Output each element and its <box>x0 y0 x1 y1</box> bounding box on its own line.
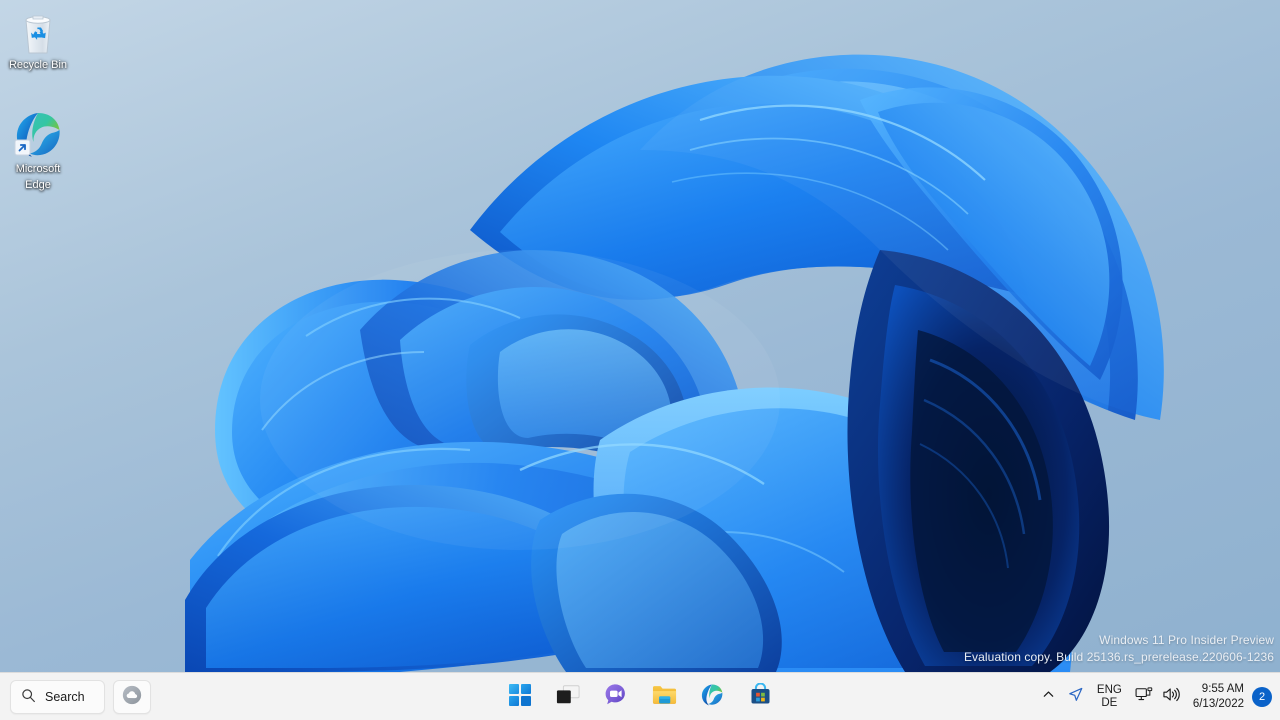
ethernet-monitor-icon <box>1135 686 1153 708</box>
watermark-line-2: Evaluation copy. Build 25136.rs_prerelea… <box>963 650 1274 664</box>
location-arrow-icon <box>1067 686 1084 708</box>
chat-bubble-icon <box>604 683 628 712</box>
desktop-icon-recycle-bin[interactable]: Recycle Bin <box>0 8 76 72</box>
desktop-surface[interactable]: Recycle Bin Microsoft Edge Windows 11 Pr… <box>0 0 1280 672</box>
language-indicator[interactable]: ENG DE <box>1090 677 1129 717</box>
clock-button[interactable]: 9:55 AM 6/13/2022 <box>1187 677 1252 717</box>
task-view-icon <box>556 684 580 711</box>
clock-date: 6/13/2022 <box>1192 698 1244 710</box>
notification-count: 2 <box>1258 691 1266 703</box>
desktop-icon-microsoft-edge[interactable]: Microsoft Edge <box>0 112 76 192</box>
edge-icon <box>0 112 76 160</box>
clock-time: 9:55 AM <box>1201 683 1244 695</box>
language-secondary: DE <box>1101 697 1118 709</box>
file-explorer-button[interactable] <box>644 677 684 717</box>
chat-button[interactable] <box>596 677 636 717</box>
desktop-icon-label-line1: Microsoft <box>15 163 61 175</box>
desktop-icon-label: Recycle Bin <box>8 59 68 71</box>
recycle-bin-icon <box>0 8 76 56</box>
start-button[interactable] <box>500 677 540 717</box>
notification-badge[interactable]: 2 <box>1252 687 1272 707</box>
task-view-button[interactable] <box>548 677 588 717</box>
show-hidden-icons-button[interactable] <box>1036 677 1061 717</box>
location-button[interactable] <box>1061 677 1090 717</box>
desktop-icon-label-line2: Edge <box>25 179 51 191</box>
wallpaper-bloom-image <box>0 0 1280 672</box>
edge-icon <box>700 683 724 712</box>
system-tray: ENG DE 9:55 AM 6/13/2022 2 <box>1036 673 1276 720</box>
shortcut-overlay-icon <box>14 139 31 156</box>
watermark-line-1: Windows 11 Pro Insider Preview <box>1099 633 1274 647</box>
speaker-icon <box>1162 686 1181 708</box>
store-bag-icon <box>749 682 772 711</box>
chevron-up-icon <box>1042 688 1055 706</box>
microsoft-store-button[interactable] <box>740 677 780 717</box>
language-primary: ENG <box>1096 684 1122 696</box>
screen: Recycle Bin Microsoft Edge Windows 11 Pr… <box>0 0 1280 720</box>
folder-icon <box>652 684 677 711</box>
microsoft-edge-button[interactable] <box>692 677 732 717</box>
network-volume-button[interactable] <box>1129 677 1187 717</box>
evaluation-watermark: Windows 11 Pro Insider Preview Evaluatio… <box>964 632 1274 666</box>
windows-logo-icon <box>509 683 531 711</box>
taskbar: Search ENG DE 9:55 AM 6/13/2022 2 <box>0 672 1280 720</box>
